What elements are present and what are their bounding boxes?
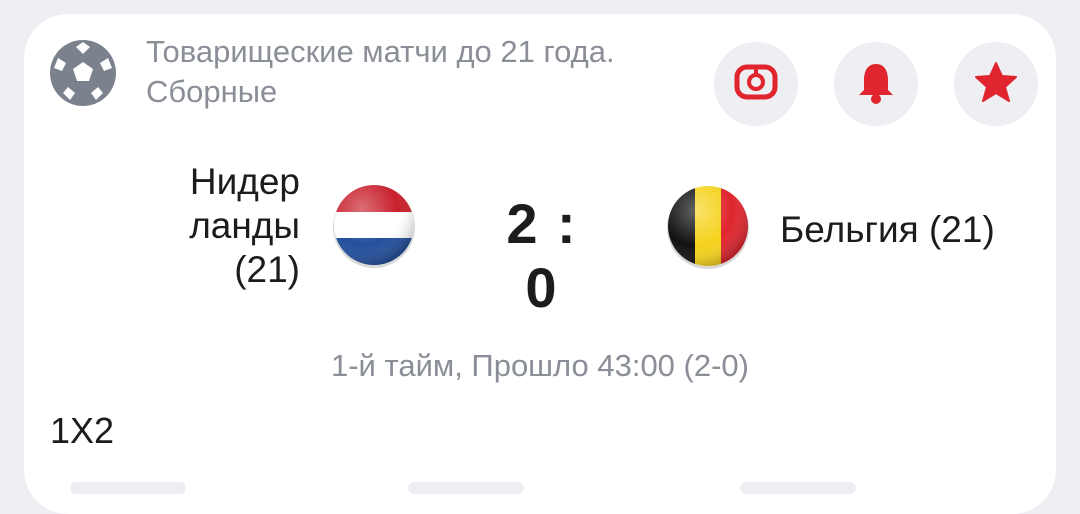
home-team-name-line1: Нидер (189, 161, 300, 202)
match-card: Товарищеские матчи до 21 года. Сборные Н… (24, 14, 1056, 514)
home-team-name[interactable]: Нидер ланды (21) (189, 160, 300, 292)
odds-cell[interactable] (408, 482, 524, 494)
favorite-button[interactable] (954, 42, 1038, 126)
notification-button[interactable] (834, 42, 918, 126)
star-icon (974, 61, 1018, 108)
soccer-ball-icon (48, 38, 118, 108)
market-title: 1X2 (50, 410, 115, 451)
away-team-name[interactable]: Бельгия (21) (780, 208, 995, 252)
home-team-name-line2: ланды (189, 205, 300, 246)
bell-icon (856, 60, 896, 109)
odds-cell[interactable] (70, 482, 186, 494)
belgium-flag-icon (664, 182, 752, 270)
odds-cell[interactable] (740, 482, 856, 494)
league-title[interactable]: Товарищеские матчи до 21 года. Сборные (146, 32, 646, 112)
home-team-name-line3: (21) (234, 249, 300, 290)
stream-button[interactable] (714, 42, 798, 126)
broadcast-icon (734, 64, 778, 105)
match-status: 1-й тайм, Прошло 43:00 (2-0) (330, 348, 749, 383)
match-score: 2 : 0 (506, 192, 578, 319)
netherlands-flag-icon (330, 181, 418, 269)
